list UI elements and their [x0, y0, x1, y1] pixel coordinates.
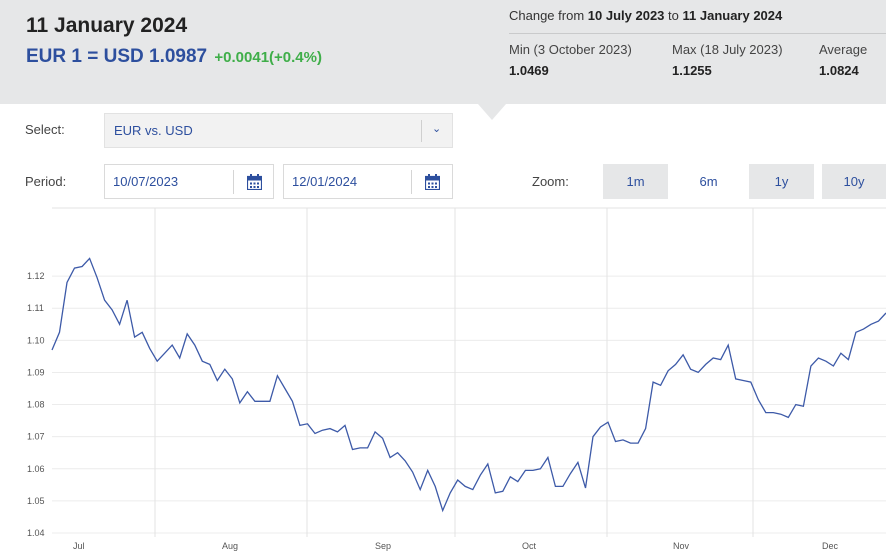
chevron-down-icon[interactable]: ⌄	[432, 122, 441, 135]
min-label: Min (3 October 2023)	[509, 42, 632, 57]
x-tick-label: Oct	[522, 541, 537, 551]
average-label: Average	[819, 42, 868, 57]
series-line	[51, 257, 886, 513]
period-start-input[interactable]: 10/07/2023	[104, 164, 274, 199]
calendar-icon[interactable]	[425, 174, 440, 190]
max-value: 1.1255	[672, 63, 712, 78]
page-title: 11 January 2024	[26, 14, 188, 37]
y-tick-label: 1.12	[27, 271, 45, 281]
y-tick-label: 1.04	[27, 528, 45, 538]
zoom-10y-button[interactable]: 10y	[822, 164, 886, 199]
panel-pointer	[478, 104, 506, 120]
y-tick-label: 1.11	[27, 303, 44, 313]
change-period: Change from 10 July 2023 to 11 January 2…	[509, 8, 782, 23]
min-value: 1.0469	[509, 63, 549, 78]
average-value: 1.0824	[819, 63, 859, 78]
y-tick-label: 1.07	[27, 432, 45, 442]
x-tick-label: Nov	[673, 541, 690, 551]
x-axis: Jul Aug Sep Oct Nov Dec	[73, 541, 839, 551]
select-divider	[421, 120, 422, 142]
currency-pair-select[interactable]: EUR vs. USD ⌄	[104, 113, 453, 148]
date-divider	[233, 170, 234, 194]
date-divider	[411, 170, 412, 194]
y-tick-label: 1.08	[27, 400, 45, 410]
exchange-rate: EUR 1 = USD 1.0987 +0.0041(+0.4%)	[26, 46, 322, 68]
change-to-date: 11 January 2024	[682, 8, 783, 23]
change-to-word: to	[668, 8, 679, 23]
period-end-input[interactable]: 12/01/2024	[283, 164, 453, 199]
x-tick-label: Jul	[73, 541, 85, 551]
currency-pair-value: EUR vs. USD	[114, 123, 193, 138]
zoom-label: Zoom:	[532, 174, 569, 189]
summary-divider	[509, 33, 886, 34]
y-tick-label: 1.05	[27, 496, 45, 506]
max-label: Max (18 July 2023)	[672, 42, 783, 57]
change-from-date: 10 July 2023	[587, 8, 665, 23]
period-end-value: 12/01/2024	[292, 174, 358, 189]
calendar-icon[interactable]	[247, 174, 262, 190]
rate-value: EUR 1 = USD 1.0987	[26, 46, 208, 67]
period-start-value: 10/07/2023	[113, 174, 179, 189]
y-tick-label: 1.10	[27, 335, 45, 345]
x-tick-label: Sep	[375, 541, 391, 551]
zoom-6m-button[interactable]: 6m	[676, 164, 741, 199]
x-tick-label: Aug	[222, 541, 238, 551]
select-label: Select:	[25, 122, 65, 137]
y-tick-label: 1.06	[27, 464, 45, 474]
y-axis: 1.04 1.05 1.06 1.07 1.08 1.09 1.10 1.11 1.12	[27, 271, 45, 538]
zoom-1m-button[interactable]: 1m	[603, 164, 668, 199]
x-tick-label: Dec	[822, 541, 839, 551]
y-tick-label: 1.09	[27, 367, 45, 377]
period-label: Period:	[25, 174, 67, 189]
exchange-rate-chart: 1.04 1.05 1.06 1.07 1.08 1.09 1.10 1.11 1.12 Jul…	[27, 207, 886, 551]
zoom-1y-button[interactable]: 1y	[749, 164, 814, 199]
change-prefix: Change from	[509, 8, 585, 23]
rate-change: +0.0041(+0.4%)	[214, 49, 322, 66]
